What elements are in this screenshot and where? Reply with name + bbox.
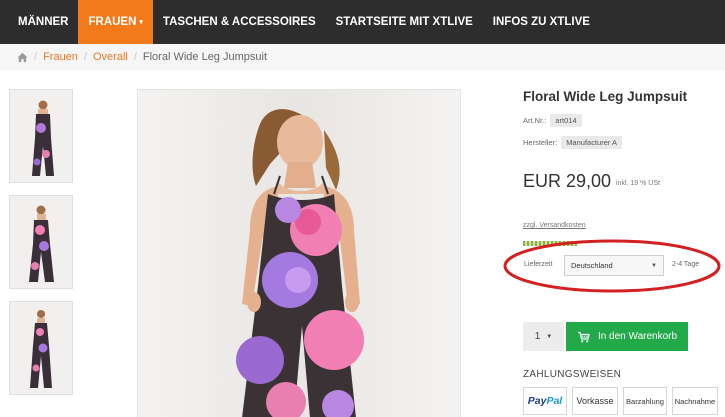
product-title: Floral Wide Leg Jumpsuit	[523, 89, 688, 104]
product-thumbnail-3[interactable]	[9, 301, 73, 395]
product-thumbnail-image	[10, 302, 72, 394]
payment-nachnahme: Nachnahme	[672, 387, 718, 415]
nav-item-label: INFOS ZU XTLIVE	[492, 16, 590, 28]
article-number-label: Art.Nr.:	[523, 116, 547, 125]
nav-item-frauen[interactable]: FRAUEN ▾	[78, 0, 153, 44]
add-to-cart-label: In den Warenkorb	[597, 331, 678, 342]
payment-barzahlung: Barzahlung	[623, 387, 667, 415]
nav-item-label: TASCHEN & ACCESSOIRES	[162, 16, 316, 28]
product-thumbnail-image	[10, 90, 72, 182]
tax-note: inkl. 19 % USt	[616, 180, 660, 187]
quantity-value: 1	[534, 331, 541, 342]
nav-item-taschen-accessoires[interactable]: TASCHEN & ACCESSOIRES	[153, 0, 326, 44]
payment-paypal: PayPal	[523, 387, 567, 415]
paypal-logo-pal: Pal	[546, 395, 563, 407]
home-icon[interactable]	[17, 52, 28, 63]
main-navigation: MÄNNER FRAUEN ▾ TASCHEN & ACCESSOIRES STA…	[0, 0, 725, 44]
payment-method-label: Barzahlung	[626, 396, 664, 406]
product-thumbnail-2[interactable]	[9, 195, 73, 289]
delivery-time-label: Lieferzeit	[524, 261, 553, 268]
product-thumbnail-1[interactable]	[9, 89, 73, 183]
payment-vorkasse: Vorkasse	[572, 387, 618, 415]
country-select[interactable]: Deutschland ▼	[564, 255, 664, 276]
product-thumbnail-image	[10, 196, 72, 288]
availability-indicator	[523, 241, 577, 246]
quantity-select[interactable]: 1 ▼	[523, 322, 564, 351]
breadcrumb-separator: /	[133, 51, 137, 63]
breadcrumb-link-overall[interactable]: Overall	[93, 51, 128, 63]
breadcrumb: / Frauen / Overall / Floral Wide Leg Jum…	[0, 44, 725, 70]
breadcrumb-separator: /	[34, 51, 38, 63]
nav-item-label: MÄNNER	[18, 16, 69, 28]
manufacturer-row: Hersteller: Manufacturer A	[523, 136, 623, 149]
delivery-time-value: 2-4 Tage	[672, 261, 700, 268]
nav-item-maenner[interactable]: MÄNNER	[0, 0, 78, 44]
breadcrumb-separator: /	[83, 51, 87, 63]
nav-item-startseite-xtlive[interactable]: STARTSEITE MIT XTLIVE	[326, 0, 483, 44]
payment-methods-heading: ZAHLUNGSWEISEN	[523, 369, 622, 380]
breadcrumb-current: Floral Wide Leg Jumpsuit	[142, 51, 267, 63]
chevron-down-icon: ▾	[139, 19, 143, 26]
chevron-down-icon: ▼	[651, 262, 657, 269]
product-main-image[interactable]	[137, 89, 461, 417]
shipping-costs-link[interactable]: zzgl. Versandkosten	[523, 222, 586, 229]
payment-method-label: Nachnahme	[674, 396, 716, 406]
product-price: EUR 29,00	[523, 171, 612, 191]
article-number-row: Art.Nr.: art014	[523, 114, 582, 127]
country-select-value: Deutschland	[571, 261, 613, 270]
chevron-down-icon: ▼	[546, 333, 553, 340]
nav-item-label: STARTSEITE MIT XTLIVE	[335, 16, 473, 28]
manufacturer-label: Hersteller:	[523, 138, 558, 147]
product-photo	[138, 90, 460, 417]
paypal-logo: PayPal	[528, 395, 562, 407]
payment-method-label: Vorkasse	[576, 396, 614, 406]
breadcrumb-link-frauen[interactable]: Frauen	[43, 51, 78, 63]
paypal-logo-pay: Pay	[527, 395, 547, 407]
article-number-value: art014	[550, 114, 582, 127]
manufacturer-value: Manufacturer A	[561, 136, 623, 149]
nav-item-label: FRAUEN	[88, 16, 137, 28]
add-to-cart-button[interactable]: In den Warenkorb	[566, 322, 688, 351]
cart-icon	[577, 331, 590, 342]
nav-item-infos-xtlive[interactable]: INFOS ZU XTLIVE	[483, 0, 600, 44]
